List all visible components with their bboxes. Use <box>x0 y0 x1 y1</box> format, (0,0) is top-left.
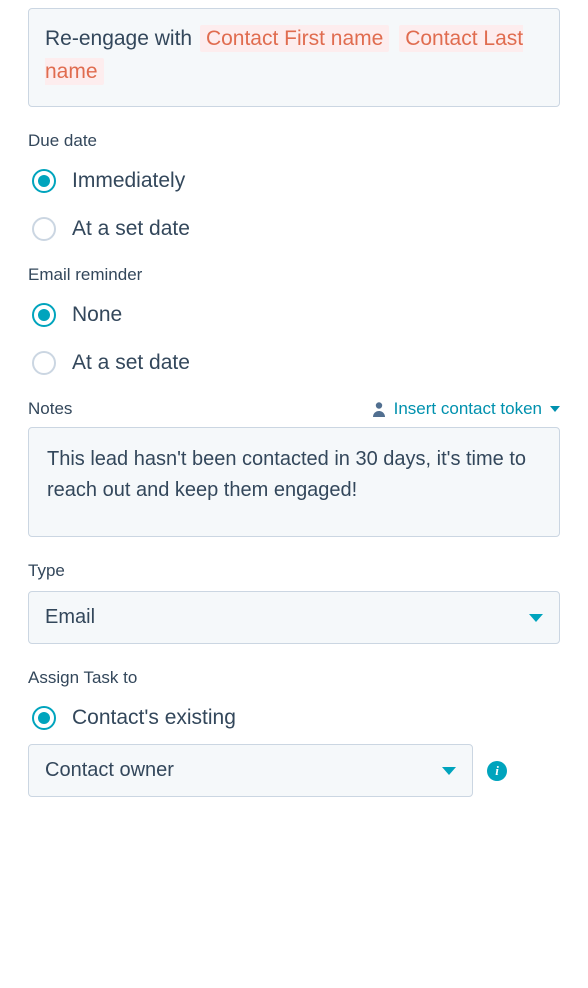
radio-label: Contact's existing <box>72 706 236 730</box>
radio-label: At a set date <box>72 217 190 241</box>
assign-contacts-existing[interactable]: Contact's existing <box>32 706 560 730</box>
radio-icon <box>32 303 56 327</box>
type-label: Type <box>28 561 560 581</box>
type-select-value: Email <box>45 606 95 629</box>
assign-label: Assign Task to <box>28 668 560 688</box>
radio-icon <box>32 706 56 730</box>
due-date-set-date[interactable]: At a set date <box>32 217 560 241</box>
radio-icon <box>32 217 56 241</box>
email-reminder-none[interactable]: None <box>32 303 560 327</box>
type-select[interactable]: Email <box>28 591 560 644</box>
assign-select[interactable]: Contact owner <box>28 744 473 797</box>
assign-select-value: Contact owner <box>45 759 174 782</box>
chevron-down-icon <box>442 767 456 775</box>
email-reminder-radio-group: None At a set date <box>28 303 560 375</box>
token-first-name[interactable]: Contact First name <box>200 25 389 52</box>
radio-icon <box>32 169 56 193</box>
notes-label: Notes <box>28 399 72 419</box>
due-date-immediately[interactable]: Immediately <box>32 169 560 193</box>
due-date-label: Due date <box>28 131 560 151</box>
notes-textarea[interactable]: This lead hasn't been contacted in 30 da… <box>28 427 560 537</box>
title-input[interactable]: Re-engage with Contact First name Contac… <box>28 8 560 107</box>
token-link-text: Insert contact token <box>394 399 542 419</box>
chevron-down-icon <box>550 406 560 412</box>
chevron-down-icon <box>529 614 543 622</box>
email-reminder-set-date[interactable]: At a set date <box>32 351 560 375</box>
title-text-prefix: Re-engage with <box>45 27 192 50</box>
radio-label: None <box>72 303 122 327</box>
due-date-radio-group: Immediately At a set date <box>28 169 560 241</box>
radio-label: Immediately <box>72 169 185 193</box>
insert-token-link-notes[interactable]: Insert contact token <box>372 399 560 419</box>
assign-radio-group: Contact's existing <box>28 706 560 730</box>
person-icon <box>372 401 386 417</box>
email-reminder-label: Email reminder <box>28 265 560 285</box>
radio-label: At a set date <box>72 351 190 375</box>
info-icon[interactable]: i <box>487 761 507 781</box>
radio-icon <box>32 351 56 375</box>
